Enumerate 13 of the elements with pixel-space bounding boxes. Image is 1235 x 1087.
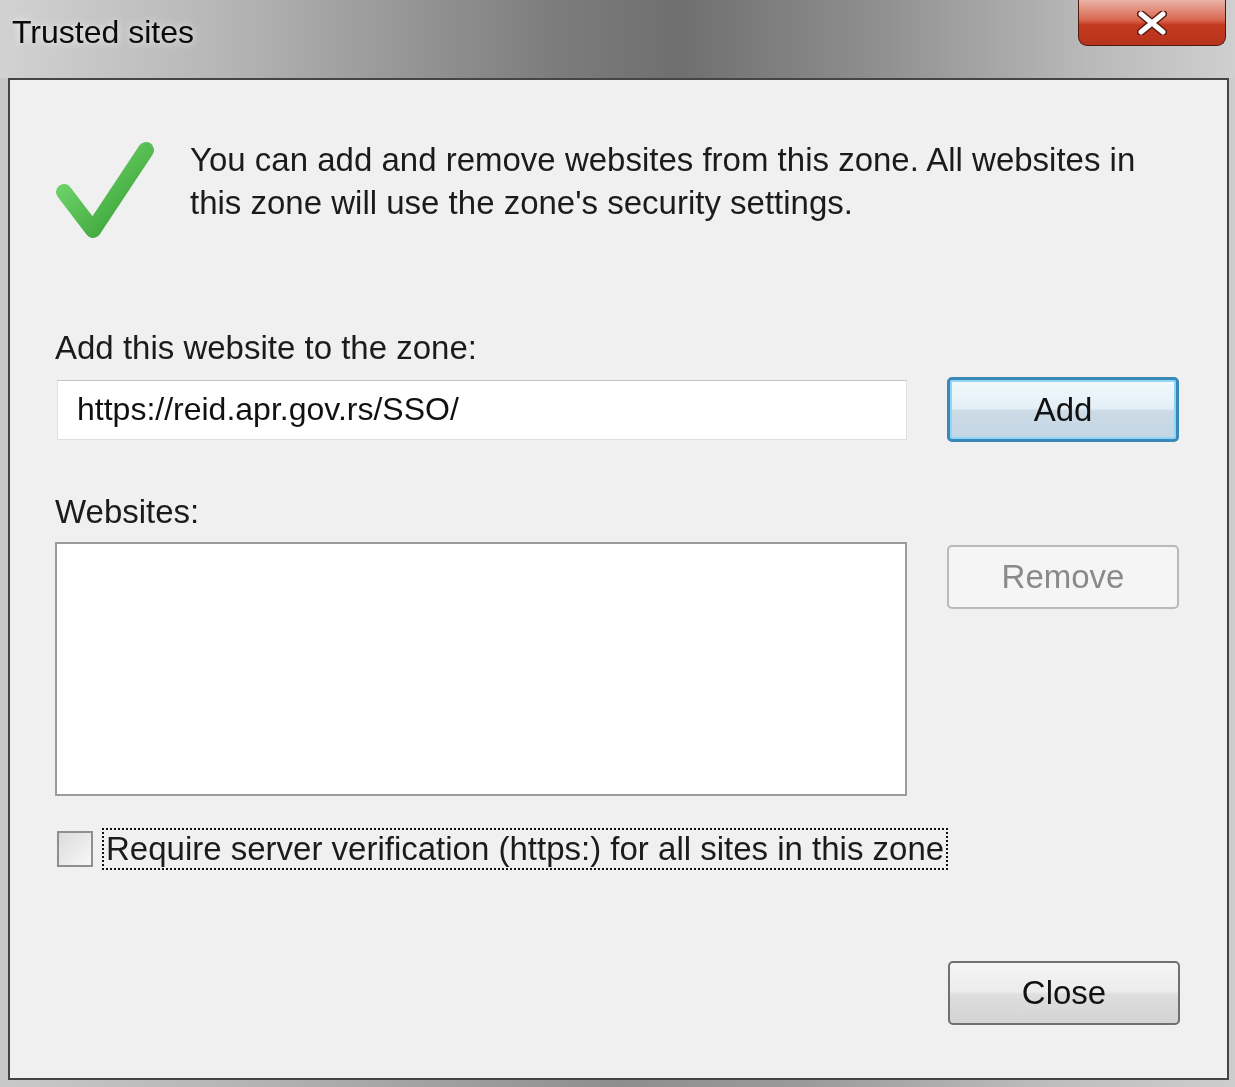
add-button[interactable]: Add (947, 377, 1179, 442)
websites-list[interactable] (55, 542, 907, 796)
checkbox-label[interactable]: Require server verification (https:) for all sites in this zone (102, 828, 949, 870)
website-input[interactable]: https://reid.apr.gov.rs/SSO/ (57, 379, 907, 440)
close-icon (1137, 10, 1167, 35)
checkmark-icon (55, 140, 155, 240)
info-message: You can add and remove websites from this zone. All websites in this zone will use the zone's security settings. (190, 140, 1137, 223)
window-title: Trusted sites (12, 13, 194, 52)
close-button[interactable]: Close (948, 961, 1180, 1025)
window-close-button[interactable] (1078, 0, 1226, 46)
add-website-label: Add this website to the zone: (55, 328, 477, 368)
websites-label: Websites: (55, 492, 200, 532)
checkbox[interactable] (57, 831, 93, 867)
